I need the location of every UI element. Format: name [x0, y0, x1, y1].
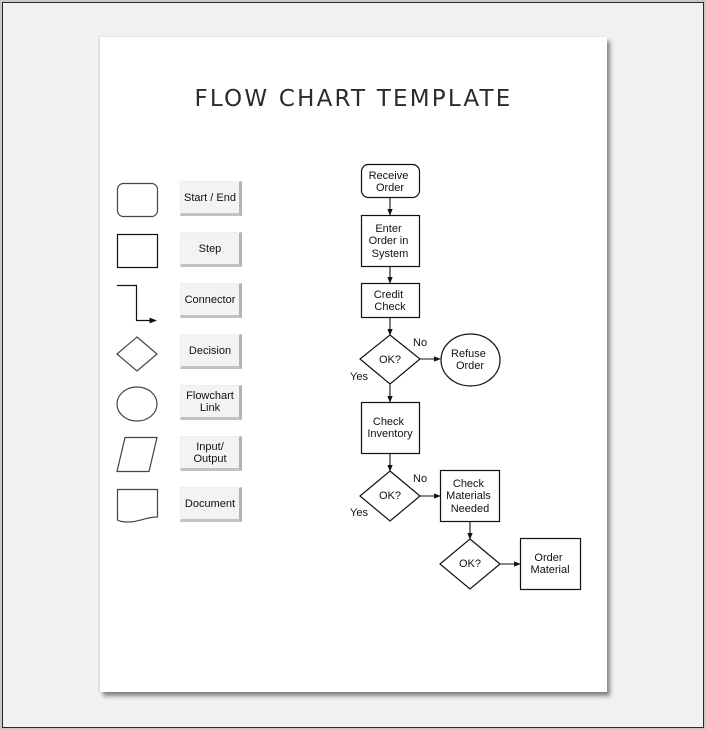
decision1-label: OK? [379, 354, 401, 366]
decision2-no-label: No [413, 473, 427, 485]
decision3-label: OK? [459, 558, 481, 570]
order-material-label: Order Material [530, 552, 569, 576]
check-inventory-label: Check Inventory [367, 416, 413, 440]
legend-step-shape [116, 233, 159, 269]
legend-input-output-shape [116, 436, 158, 473]
legend-decision-shape [116, 336, 158, 372]
decision2-yes-label: Yes [350, 507, 368, 519]
legend-start-end-shape [116, 182, 159, 218]
decision2-label: OK? [379, 490, 401, 502]
decision1-yes-label: Yes [350, 371, 368, 383]
decision1-no-label: No [413, 337, 427, 349]
flowchart-diagram: Receive Order Enter Order in System Cred… [116, 163, 582, 591]
refuse-order-label: Refuse Order [451, 348, 489, 372]
credit-check-label: Credit Check [374, 289, 406, 313]
legend-document-shape [116, 488, 159, 523]
check-materials-label: Check Materials Needed [446, 478, 494, 515]
legend-flowchart-link-shape [116, 386, 158, 422]
legend-connector-shape [117, 284, 157, 324]
